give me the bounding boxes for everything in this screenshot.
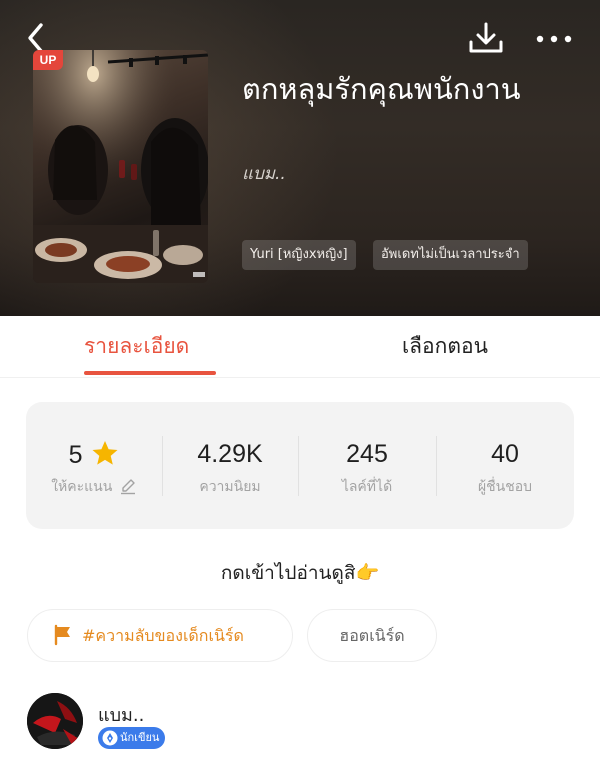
author-name[interactable]: แบม.. [98,700,144,729]
avatar-image [27,693,83,749]
edit-pencil-icon [120,479,135,495]
more-dots-icon [536,35,572,43]
likes-label: ไลค์ที่ได้ [341,479,393,495]
rating-label: ให้คะแนน [51,479,113,495]
more-options-button[interactable] [532,22,576,56]
download-button[interactable] [466,18,506,58]
rating-value-row: 5 [26,440,162,470]
hot-nerd-chip[interactable]: ฮอตเนิร์ด [307,609,437,662]
stat-favorites: 40 ผู้ชื่นชอบ [436,402,574,529]
cover-illustration [33,50,208,283]
author-avatar[interactable] [27,693,83,749]
writer-pen-icon [102,730,118,746]
stat-likes: 245 ไลค์ที่ได้ [298,402,436,529]
writer-badge-label: นักเขียน [120,731,160,744]
writer-badge: นักเขียน [98,727,166,749]
cover-image[interactable] [33,50,208,283]
popularity-value: 4.29K [197,440,263,468]
story-tagline: กดเข้าไปอ่านดูสิ👉 [220,562,380,584]
favorites-label: ผู้ชื่นชอบ [477,479,533,495]
header-author-name[interactable]: แบม.. [242,160,286,187]
tab-detail[interactable]: รายละเอียด [84,330,189,363]
star-icon [92,441,118,465]
popularity-label: ความนิยม [199,479,261,495]
stat-popularity: 4.29K ความนิยม [162,402,298,529]
update-schedule-tag[interactable]: อัพเดทไม่เป็นเวลาประจำ [373,240,528,270]
stats-card: 5 ให้คะแนน 4.29K ความนิยม 245 ไลค์ที่ได้… [26,402,574,529]
stat-rating[interactable]: 5 ให้คะแนน [26,402,162,529]
flag-icon [54,624,70,646]
hashtag-label: #ความลับของเด็กเนิร์ด [82,626,244,645]
rating-label-row: ให้คะแนน [26,476,162,498]
favorites-value: 40 [491,440,519,468]
active-tab-indicator [84,371,216,375]
update-badge: UP [33,50,63,70]
tab-episodes[interactable]: เลือกตอน [402,330,488,363]
download-icon [469,22,503,53]
tab-bar: รายละเอียด เลือกตอน [0,316,600,378]
likes-value: 245 [346,440,388,468]
hashtag-chip[interactable]: #ความลับของเด็กเนิร์ด [27,609,293,662]
story-title: ตกหลุมรักคุณพนักงาน [242,72,521,106]
genre-tag[interactable]: Yuri [หญิงxหญิง] [242,240,356,270]
story-header: UP ตกหลุมรักคุณพนักงาน แบม.. Yuri [หญิงx… [0,0,600,316]
rating-value: 5 [68,441,83,469]
